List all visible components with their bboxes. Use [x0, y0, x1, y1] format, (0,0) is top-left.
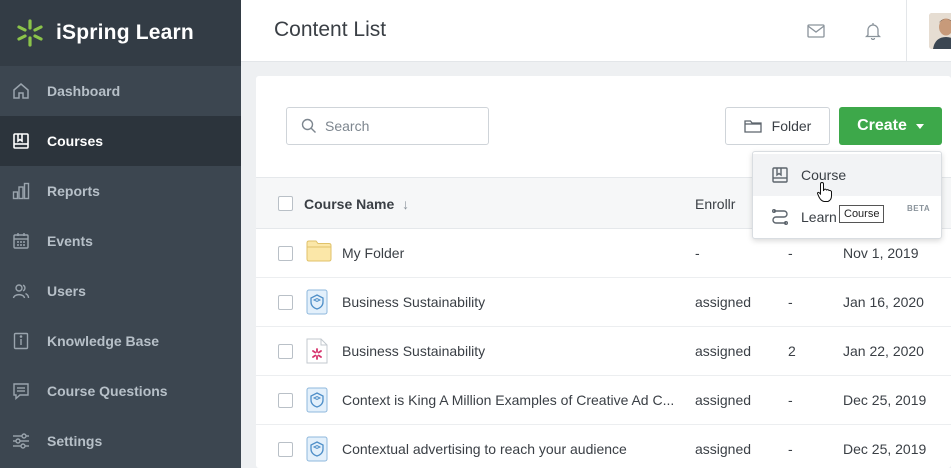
sidebar-item-label: Events	[47, 233, 93, 249]
sidebar-item-label: Users	[47, 283, 86, 299]
sidebar-item-course-questions[interactable]: Course Questions	[0, 366, 241, 416]
row-count: -	[788, 245, 793, 261]
folder-icon	[744, 120, 762, 133]
row-enrollment: assigned	[695, 343, 752, 359]
row-checkbox[interactable]	[278, 442, 293, 457]
row-enrollment: assigned	[695, 441, 752, 457]
sidebar-item-label: Course Questions	[47, 383, 168, 399]
book-icon	[10, 130, 32, 152]
content-panel: Folder Create Course Name ↓ Enrollr My F…	[256, 76, 951, 468]
row-enrollment: -	[695, 245, 700, 261]
folder-icon	[306, 240, 332, 267]
row-count: -	[788, 441, 793, 457]
chat-icon	[10, 380, 32, 402]
sort-arrow-down-icon: ↓	[402, 196, 410, 212]
sidebar-item-label: Settings	[47, 433, 103, 449]
row-count: 2	[788, 343, 796, 359]
row-checkbox[interactable]	[278, 295, 293, 310]
row-checkbox[interactable]	[278, 344, 293, 359]
hand-cursor-icon	[816, 181, 832, 202]
menu-item-label: Learn	[801, 209, 837, 225]
create-button-label: Create	[857, 117, 907, 134]
row-count: -	[788, 392, 793, 408]
table-row[interactable]: Business Sustainability assigned 2 Jan 2…	[256, 327, 951, 376]
bell-icon[interactable]	[864, 22, 882, 45]
brand-name: iSpring Learn	[56, 21, 194, 44]
row-date: Dec 25, 2019	[843, 392, 927, 408]
row-name[interactable]: Contextual advertising to reach your aud…	[342, 441, 627, 457]
sidebar-item-label: Knowledge Base	[47, 333, 160, 349]
book-icon	[772, 167, 788, 183]
course-icon	[306, 289, 328, 320]
calendar-icon	[10, 230, 32, 252]
search-icon	[301, 118, 316, 133]
row-date: Jan 16, 2020	[843, 294, 924, 310]
sidebar-nav: Dashboard Courses Reports Events Users K…	[0, 66, 241, 466]
row-name[interactable]: Business Sustainability	[342, 294, 485, 310]
row-enrollment: assigned	[695, 392, 752, 408]
sidebar-item-events[interactable]: Events	[0, 216, 241, 266]
mail-icon[interactable]	[807, 24, 825, 43]
row-count: -	[788, 294, 793, 310]
path-icon	[772, 209, 788, 225]
column-course-name[interactable]: Course Name ↓	[304, 196, 409, 212]
sidebar-item-knowledge-base[interactable]: Knowledge Base	[0, 316, 241, 366]
column-enrollment[interactable]: Enrollr	[695, 196, 735, 212]
course-icon	[306, 436, 328, 467]
create-dropdown-menu: Course Learn k BETA	[752, 151, 942, 239]
ispring-file-icon	[306, 338, 328, 369]
page-title: Content List	[274, 18, 387, 41]
row-name[interactable]: My Folder	[342, 245, 404, 261]
row-date: Dec 25, 2019	[843, 441, 927, 457]
row-date: Jan 22, 2020	[843, 343, 924, 359]
avatar[interactable]	[929, 13, 951, 49]
sidebar-item-label: Dashboard	[47, 83, 121, 99]
knowledge-base-icon	[10, 330, 32, 352]
sidebar-item-settings[interactable]: Settings	[0, 416, 241, 466]
sidebar-item-reports[interactable]: Reports	[0, 166, 241, 216]
caret-down-icon	[915, 123, 924, 129]
folder-button-label: Folder	[771, 118, 812, 134]
select-all-checkbox[interactable]	[278, 196, 293, 211]
beta-badge: BETA	[907, 204, 931, 213]
table-row[interactable]: Contextual advertising to reach your aud…	[256, 425, 951, 468]
sidebar-item-users[interactable]: Users	[0, 266, 241, 316]
column-course-name-label: Course Name	[304, 196, 395, 212]
row-name[interactable]: Business Sustainability	[342, 343, 485, 359]
row-checkbox[interactable]	[278, 393, 293, 408]
sidebar-item-dashboard[interactable]: Dashboard	[0, 66, 241, 116]
brand[interactable]: iSpring Learn	[0, 0, 241, 66]
menu-item-course[interactable]: Course	[753, 154, 941, 196]
search-input[interactable]	[325, 118, 475, 134]
row-date: Nov 1, 2019	[843, 245, 919, 261]
sidebar-item-courses[interactable]: Courses	[0, 116, 241, 166]
sidebar-item-label: Courses	[47, 133, 104, 149]
topbar-divider	[906, 0, 907, 62]
folder-button[interactable]: Folder	[725, 107, 830, 145]
ispring-logo-icon	[17, 19, 43, 47]
sliders-icon	[10, 430, 32, 452]
table-row[interactable]: Context is King A Million Examples of Cr…	[256, 376, 951, 425]
home-icon	[10, 80, 32, 102]
bar-chart-icon	[10, 180, 32, 202]
top-bar: Content List	[241, 0, 951, 62]
tooltip: Course	[839, 205, 885, 223]
table-row[interactable]: Business Sustainability assigned - Jan 1…	[256, 278, 951, 327]
sidebar-item-label: Reports	[47, 183, 100, 199]
row-enrollment: assigned	[695, 294, 752, 310]
create-button[interactable]: Create	[839, 107, 942, 145]
course-icon	[306, 387, 328, 418]
row-name[interactable]: Context is King A Million Examples of Cr…	[342, 392, 674, 408]
search-box[interactable]	[286, 107, 489, 145]
sidebar: iSpring Learn Dashboard Courses Reports …	[0, 0, 241, 468]
users-icon	[10, 280, 32, 302]
row-checkbox[interactable]	[278, 246, 293, 261]
